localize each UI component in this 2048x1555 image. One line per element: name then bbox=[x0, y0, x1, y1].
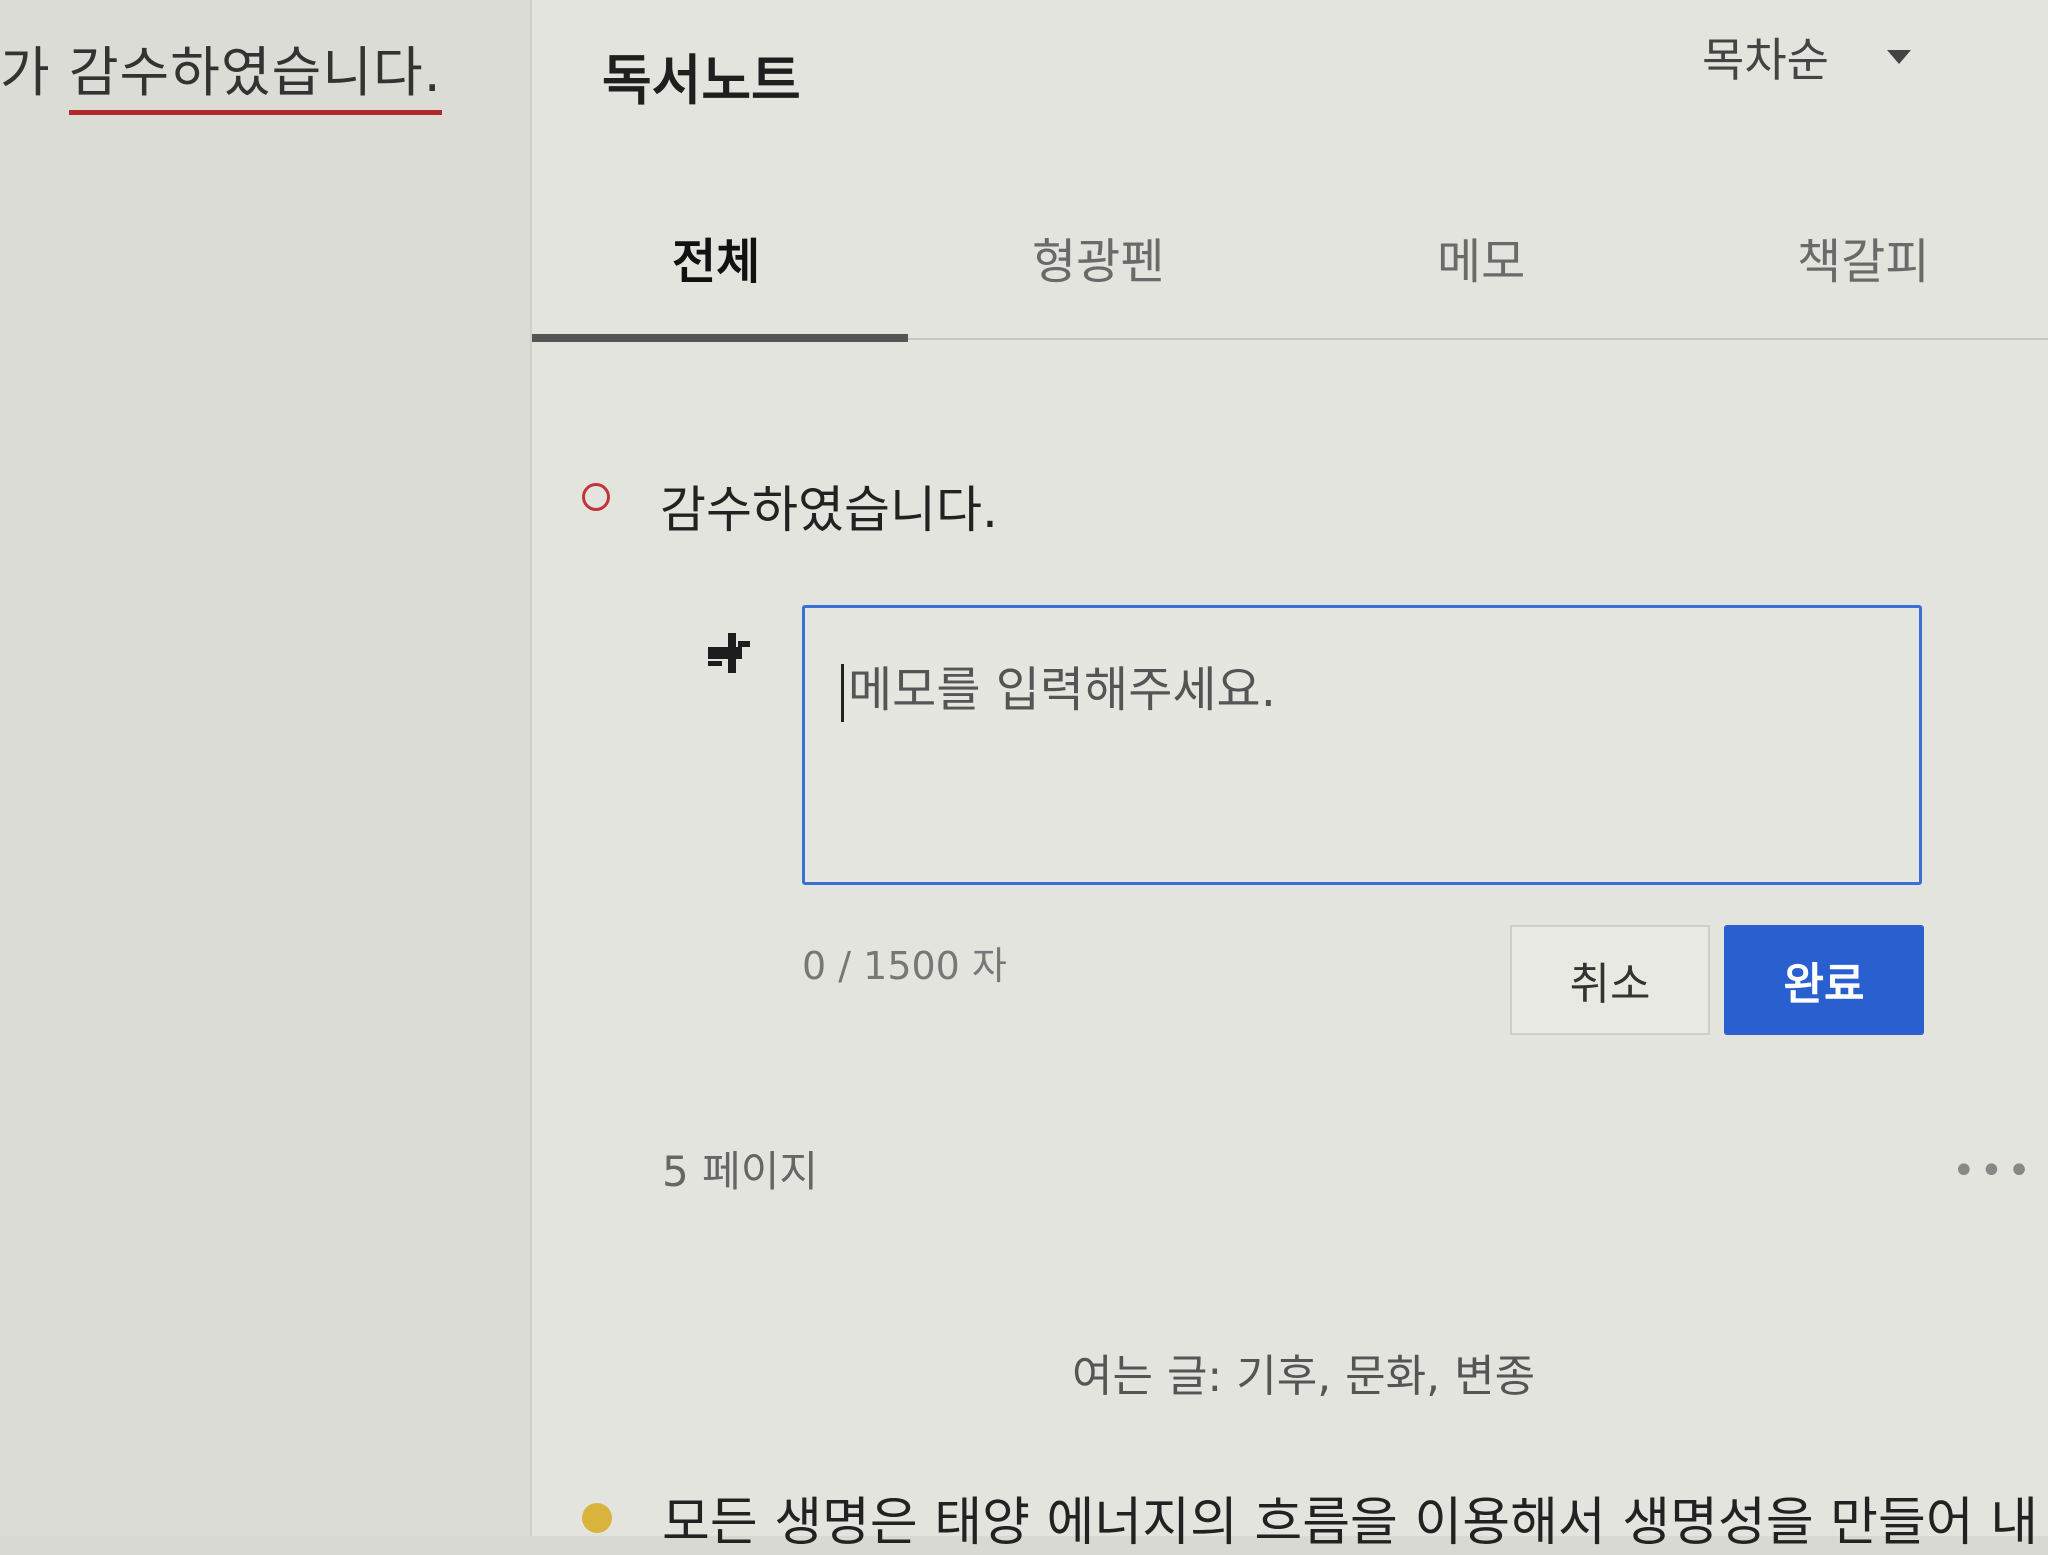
highlight-color-dot bbox=[582, 1502, 612, 1533]
reader-text-line: 가 감수하였습니다. bbox=[0, 28, 442, 115]
memo-input[interactable]: 메모를 입력해주세요. bbox=[802, 605, 1922, 885]
tab-all[interactable]: 전체 bbox=[672, 222, 760, 292]
next-note-text: 모든 생명은 태양 에너지의 흐름을 이용해서 생명성을 만들어 내 bbox=[662, 1493, 2039, 1553]
more-options-icon[interactable]: ••• bbox=[1952, 1148, 2035, 1194]
book-reader-pane: 가 감수하였습니다. bbox=[0, 0, 530, 1536]
active-tab-indicator bbox=[532, 334, 908, 342]
tab-bookmarks[interactable]: 책갈피 bbox=[1797, 222, 1929, 292]
reader-text-prefix: 가 bbox=[0, 41, 69, 104]
reader-highlighted-text[interactable]: 감수하였습니다. bbox=[68, 41, 442, 115]
note-quote-text[interactable]: 감수하였습니다. bbox=[660, 470, 998, 542]
note-quote-row: 감수하였습니다. bbox=[582, 470, 998, 542]
tab-memos[interactable]: 메모 bbox=[1437, 222, 1525, 292]
cancel-button[interactable]: 취소 bbox=[1510, 925, 1710, 1035]
reading-note-panel: 독서노트 목차순 전체 형광펜 메모 책갈피 감수하였습니다. 메모를 입력해주… bbox=[530, 0, 2048, 1553]
tab-highlights[interactable]: 형광펜 bbox=[1032, 222, 1164, 292]
memo-edit-icon bbox=[708, 633, 750, 673]
sort-toc-dropdown[interactable]: 목차순 bbox=[1702, 24, 1911, 90]
next-note-item[interactable]: 모든 생명은 태양 에너지의 흐름을 이용해서 생명성을 만들어 내 bbox=[582, 1480, 2038, 1555]
panel-title: 독서노트 bbox=[602, 49, 801, 112]
text-cursor bbox=[841, 664, 844, 722]
chapter-heading: 여는 글: 기후, 문화, 변종 bbox=[1072, 1351, 1536, 1402]
highlight-color-dot bbox=[582, 483, 610, 511]
note-tabs: 전체 형광펜 메모 책갈피 bbox=[532, 200, 2048, 342]
note-page-reference: 5 페이지 bbox=[662, 1147, 818, 1196]
memo-char-count: 0 / 1500 자 bbox=[802, 944, 1007, 988]
sort-toc-label: 목차순 bbox=[1702, 33, 1829, 87]
memo-placeholder: 메모를 입력해주세요. bbox=[848, 662, 1276, 718]
done-button[interactable]: 완료 bbox=[1724, 925, 1924, 1035]
panel-header: 독서노트 목차순 bbox=[532, 0, 2048, 190]
chevron-down-icon bbox=[1886, 50, 1911, 64]
